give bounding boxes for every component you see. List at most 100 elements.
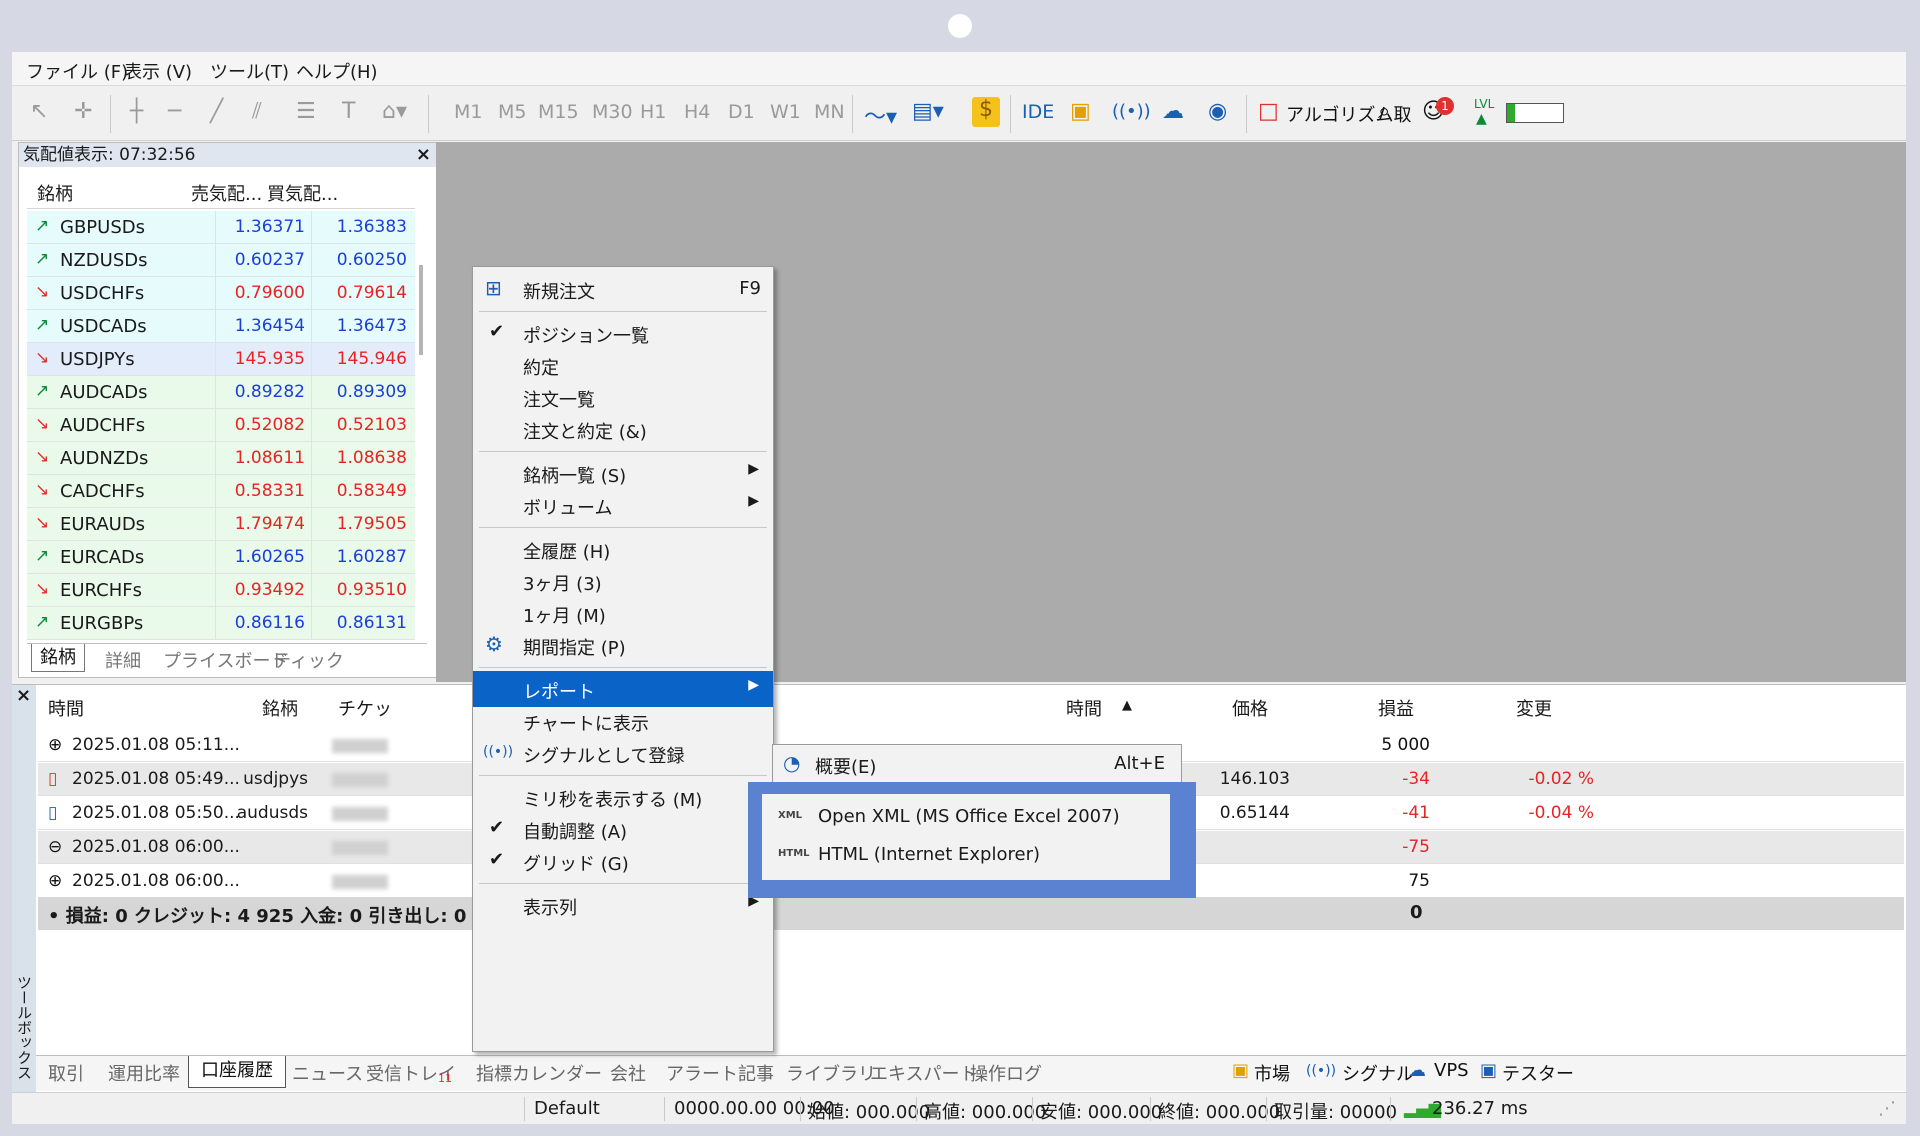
menu-show-chart[interactable]: チャートに表示 — [473, 703, 773, 739]
search-icon[interactable]: ⌕ — [1378, 99, 1390, 124]
table-row[interactable]: ↘ AUDNZDs 1.08611 1.08638 — [27, 442, 415, 475]
tab-experts[interactable]: エキスパート — [870, 1060, 977, 1086]
menu-export-xml[interactable]: XML Open XML (MS Office Excel 2007) — [762, 798, 1170, 836]
menu-columns[interactable]: 表示列 ▶ — [473, 887, 773, 923]
menu-tools[interactable]: ツール(T) — [210, 58, 289, 84]
menu-symbols[interactable]: 銘柄一覧 (S) ▶ — [473, 455, 773, 491]
channel-icon[interactable]: ⫽ — [252, 99, 262, 124]
menu-help[interactable]: ヘルプ(H) — [296, 58, 378, 84]
indicators-icon[interactable]: ▤▾ — [912, 99, 944, 124]
menu-grid[interactable]: ✔ グリッド (G) G — [473, 843, 773, 879]
menu-register-signal[interactable]: ((•)) シグナルとして登録 — [473, 735, 773, 771]
col-price[interactable]: 価格 — [1232, 695, 1268, 721]
scrollbar[interactable] — [419, 265, 423, 355]
table-row[interactable]: ↗ NZDUSDs 0.60237 0.60250 — [27, 244, 415, 277]
menu-report-summary[interactable]: 概要(E) — [815, 753, 876, 779]
menu-custom-period[interactable]: ⚙ 期間指定 (P) — [473, 627, 773, 663]
tf-h4[interactable]: H4 — [684, 101, 710, 123]
table-row[interactable]: ↗ EURCADs 1.60265 1.60287 — [27, 541, 415, 574]
cloud-icon[interactable]: ☁ — [1162, 99, 1184, 124]
resize-grip-icon[interactable]: ⋰ — [1878, 1098, 1896, 1119]
vertical-line-icon[interactable]: ┼ — [130, 99, 143, 124]
tab-details[interactable]: 詳細 — [105, 647, 141, 673]
menu-view[interactable]: 表示 (V) — [124, 58, 192, 84]
table-row[interactable]: ↗ EURGBPs 0.86116 0.86131 — [27, 607, 415, 640]
tf-m1[interactable]: M1 — [454, 101, 482, 123]
tab-alerts[interactable]: アラート — [666, 1060, 738, 1086]
table-row[interactable]: ↘ USDJPYs 145.935 145.946 — [27, 343, 415, 376]
menu-orders-deals[interactable]: 注文と約定 (&) — [473, 411, 773, 447]
crosshair-icon[interactable]: ✛ — [74, 99, 92, 124]
col-ask[interactable]: 買気配... — [267, 180, 338, 206]
algo-checkbox-icon[interactable]: □ — [1258, 99, 1279, 124]
table-row[interactable]: ↘ USDCHFs 0.79600 0.79614 — [27, 277, 415, 310]
tab-calendar[interactable]: 指標カレンダー — [476, 1060, 602, 1086]
menu-three-months[interactable]: 3ヶ月 (3) — [473, 563, 773, 599]
tab-articles[interactable]: 記事 — [738, 1060, 774, 1086]
market-bag-icon[interactable]: ▣ — [1070, 99, 1091, 124]
tab-news[interactable]: ニュース — [292, 1060, 363, 1086]
menu-export-html[interactable]: HTML HTML (Internet Explorer) — [762, 836, 1170, 874]
close-icon[interactable]: × — [416, 143, 431, 167]
ide-button[interactable]: IDE — [1022, 101, 1054, 123]
menu-volumes[interactable]: ボリューム ▶ — [473, 487, 773, 523]
table-row[interactable]: ↘ AUDCHFs 0.52082 0.52103 — [27, 409, 415, 442]
tab-journal[interactable]: 操作ログ — [970, 1060, 1042, 1086]
market-link[interactable]: 市場 — [1254, 1060, 1290, 1086]
menu-file[interactable]: ファイル (F) — [26, 58, 128, 84]
text-icon[interactable]: T — [342, 99, 355, 124]
tf-m15[interactable]: M15 — [538, 101, 579, 123]
menu-all-history[interactable]: 全履歴 (H) — [473, 531, 773, 567]
tf-mn[interactable]: MN — [814, 101, 845, 123]
menu-show-ms[interactable]: ミリ秒を表示する (M) — [473, 779, 773, 815]
tf-h1[interactable]: H1 — [640, 101, 666, 123]
tab-history[interactable]: 口座履歴 — [188, 1056, 286, 1088]
table-row[interactable]: ↘ CADCHFs 0.58331 0.58349 — [27, 475, 415, 508]
col-bid[interactable]: 売気配... — [191, 180, 262, 206]
trend-line-icon[interactable]: ╱ — [210, 99, 223, 124]
tf-m5[interactable]: M5 — [498, 101, 526, 123]
menu-report[interactable]: レポート ▶ — [473, 671, 773, 707]
tab-exposure[interactable]: 運用比率 — [108, 1060, 180, 1086]
tab-trade[interactable]: 取引 — [48, 1060, 84, 1086]
col-close-time[interactable]: 時間 — [1066, 695, 1102, 721]
tab-company[interactable]: 会社 — [610, 1060, 646, 1086]
tf-m30[interactable]: M30 — [592, 101, 633, 123]
horizontal-line-icon[interactable]: ─ — [168, 99, 181, 124]
tf-w1[interactable]: W1 — [770, 101, 801, 123]
table-row[interactable]: ↗ AUDCADs 0.89282 0.89309 — [27, 376, 415, 409]
table-row[interactable]: ↗ USDCADs 1.36454 1.36473 — [27, 310, 415, 343]
menu-positions[interactable]: ✔ ポジション一覧 — [473, 315, 773, 351]
signals-link[interactable]: シグナル — [1342, 1060, 1414, 1086]
table-row[interactable]: ↘ EURAUDs 1.79474 1.79505 — [27, 508, 415, 541]
tab-ticks[interactable]: ティック — [273, 647, 344, 673]
algo-trading-button[interactable]: アルゴリズム取 — [1286, 101, 1411, 127]
cursor-icon[interactable]: ↖ — [30, 99, 48, 124]
tab-symbols[interactable]: 銘柄 — [31, 644, 85, 672]
col-symbol[interactable]: 銘柄 — [37, 180, 73, 206]
tester-link[interactable]: テスター — [1502, 1060, 1574, 1086]
close-icon[interactable]: × — [16, 685, 31, 706]
menu-orders[interactable]: 注文一覧 — [473, 379, 773, 415]
col-ticket[interactable]: チケッ — [338, 695, 392, 721]
vps-link[interactable]: VPS — [1434, 1060, 1469, 1081]
dollar-icon[interactable]: $ — [972, 97, 1000, 127]
col-change[interactable]: 変更 — [1516, 695, 1552, 721]
tab-library[interactable]: ライブラリ — [786, 1060, 876, 1086]
menu-new-order[interactable]: ⊞ 新規注文 F9 — [473, 271, 773, 307]
col-profit[interactable]: 損益 — [1378, 695, 1414, 721]
table-row[interactable]: ↗ GBPUSDs 1.36371 1.36383 — [27, 211, 415, 244]
tab-price-board[interactable]: プライスボード — [163, 647, 288, 673]
menu-auto-arrange[interactable]: ✔ 自動調整 (A) A — [473, 811, 773, 847]
vps-globe-icon[interactable]: ◉ — [1208, 99, 1227, 124]
fibonacci-icon[interactable]: ☰ — [296, 99, 316, 124]
col-symbol[interactable]: 銘柄 — [262, 695, 298, 721]
chart-type-icon[interactable]: 〜▾ — [864, 99, 897, 131]
tf-d1[interactable]: D1 — [728, 101, 755, 123]
shapes-icon[interactable]: ⌂▾ — [382, 99, 407, 124]
menu-one-month[interactable]: 1ヶ月 (M) — [473, 595, 773, 631]
signals-icon[interactable]: ((•)) — [1112, 101, 1151, 122]
menu-deals[interactable]: 約定 — [473, 347, 773, 383]
table-row[interactable]: ↘ EURCHFs 0.93492 0.93510 — [27, 574, 415, 607]
col-time[interactable]: 時間 — [48, 695, 84, 721]
